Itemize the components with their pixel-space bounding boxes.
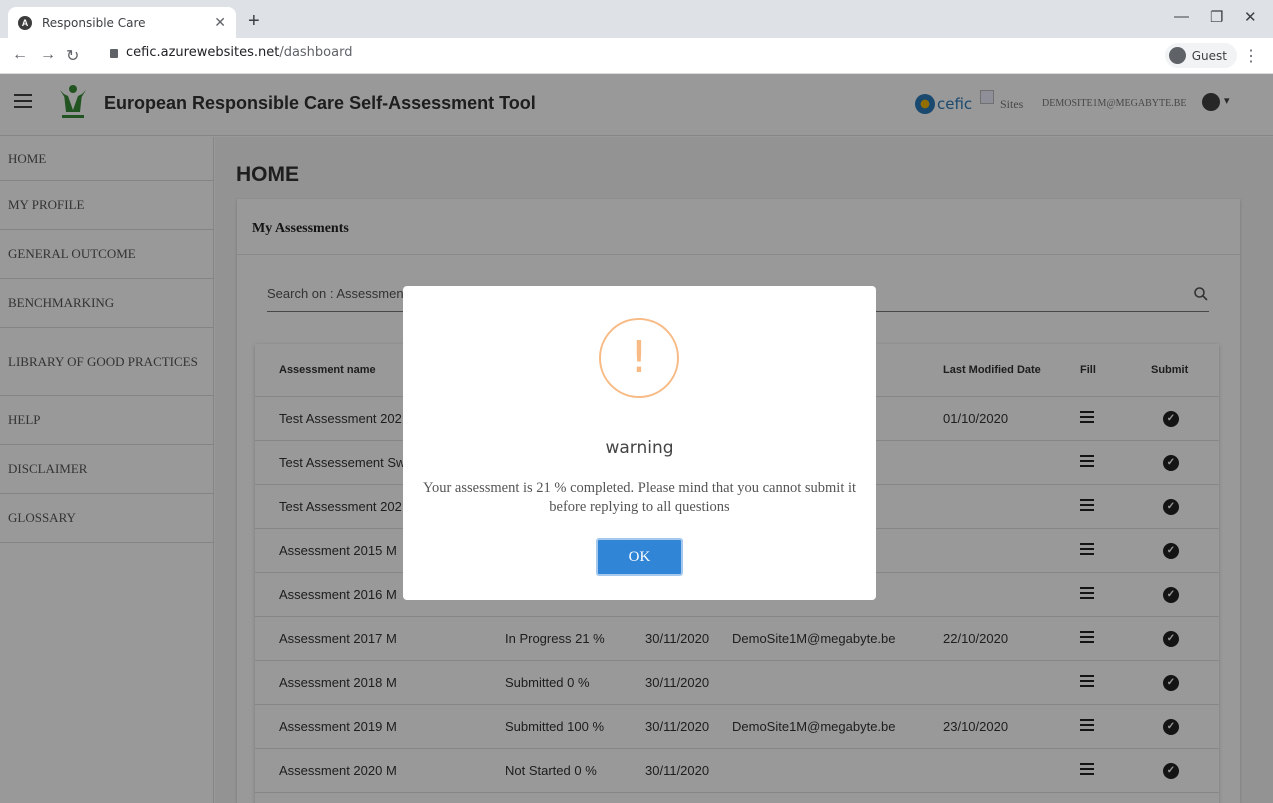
profile-button[interactable]: Guest bbox=[1164, 43, 1237, 68]
tab-title: Responsible Care bbox=[42, 15, 146, 30]
profile-label: Guest bbox=[1191, 48, 1227, 63]
ok-button[interactable]: OK bbox=[596, 538, 683, 576]
warning-icon: ! bbox=[599, 318, 679, 398]
browser-menu-icon[interactable]: ⋮ bbox=[1243, 46, 1259, 66]
forward-icon[interactable]: → bbox=[40, 46, 56, 64]
url-field[interactable]: cefic.azurewebsites.net/dashboard bbox=[110, 45, 352, 60]
warning-dialog: ! warning Your assessment is 21 % comple… bbox=[403, 286, 876, 600]
angular-favicon-icon: A bbox=[18, 15, 32, 30]
dialog-title: warning bbox=[605, 438, 674, 458]
new-tab-icon[interactable]: + bbox=[248, 10, 260, 33]
window-close-icon[interactable]: ✕ bbox=[1244, 8, 1257, 26]
minimize-icon[interactable]: — bbox=[1174, 8, 1189, 25]
url-domain: cefic.azurewebsites.net bbox=[126, 45, 280, 60]
address-bar: ← → ↻ cefic.azurewebsites.net/dashboard … bbox=[0, 38, 1273, 74]
tab-close-icon[interactable]: ✕ bbox=[214, 14, 226, 31]
browser-tab-bar: A Responsible Care ✕ + — ❐ ✕ bbox=[0, 0, 1273, 38]
url-path: /dashboard bbox=[279, 45, 353, 60]
restore-icon[interactable]: ❐ bbox=[1210, 8, 1223, 26]
browser-tab[interactable]: A Responsible Care ✕ bbox=[8, 7, 236, 38]
lock-icon bbox=[110, 49, 118, 58]
back-icon[interactable]: ← bbox=[12, 46, 28, 64]
profile-avatar-icon bbox=[1168, 47, 1186, 64]
dialog-message: Your assessment is 21 % completed. Pleas… bbox=[422, 480, 857, 515]
reload-icon[interactable]: ↻ bbox=[66, 46, 79, 66]
